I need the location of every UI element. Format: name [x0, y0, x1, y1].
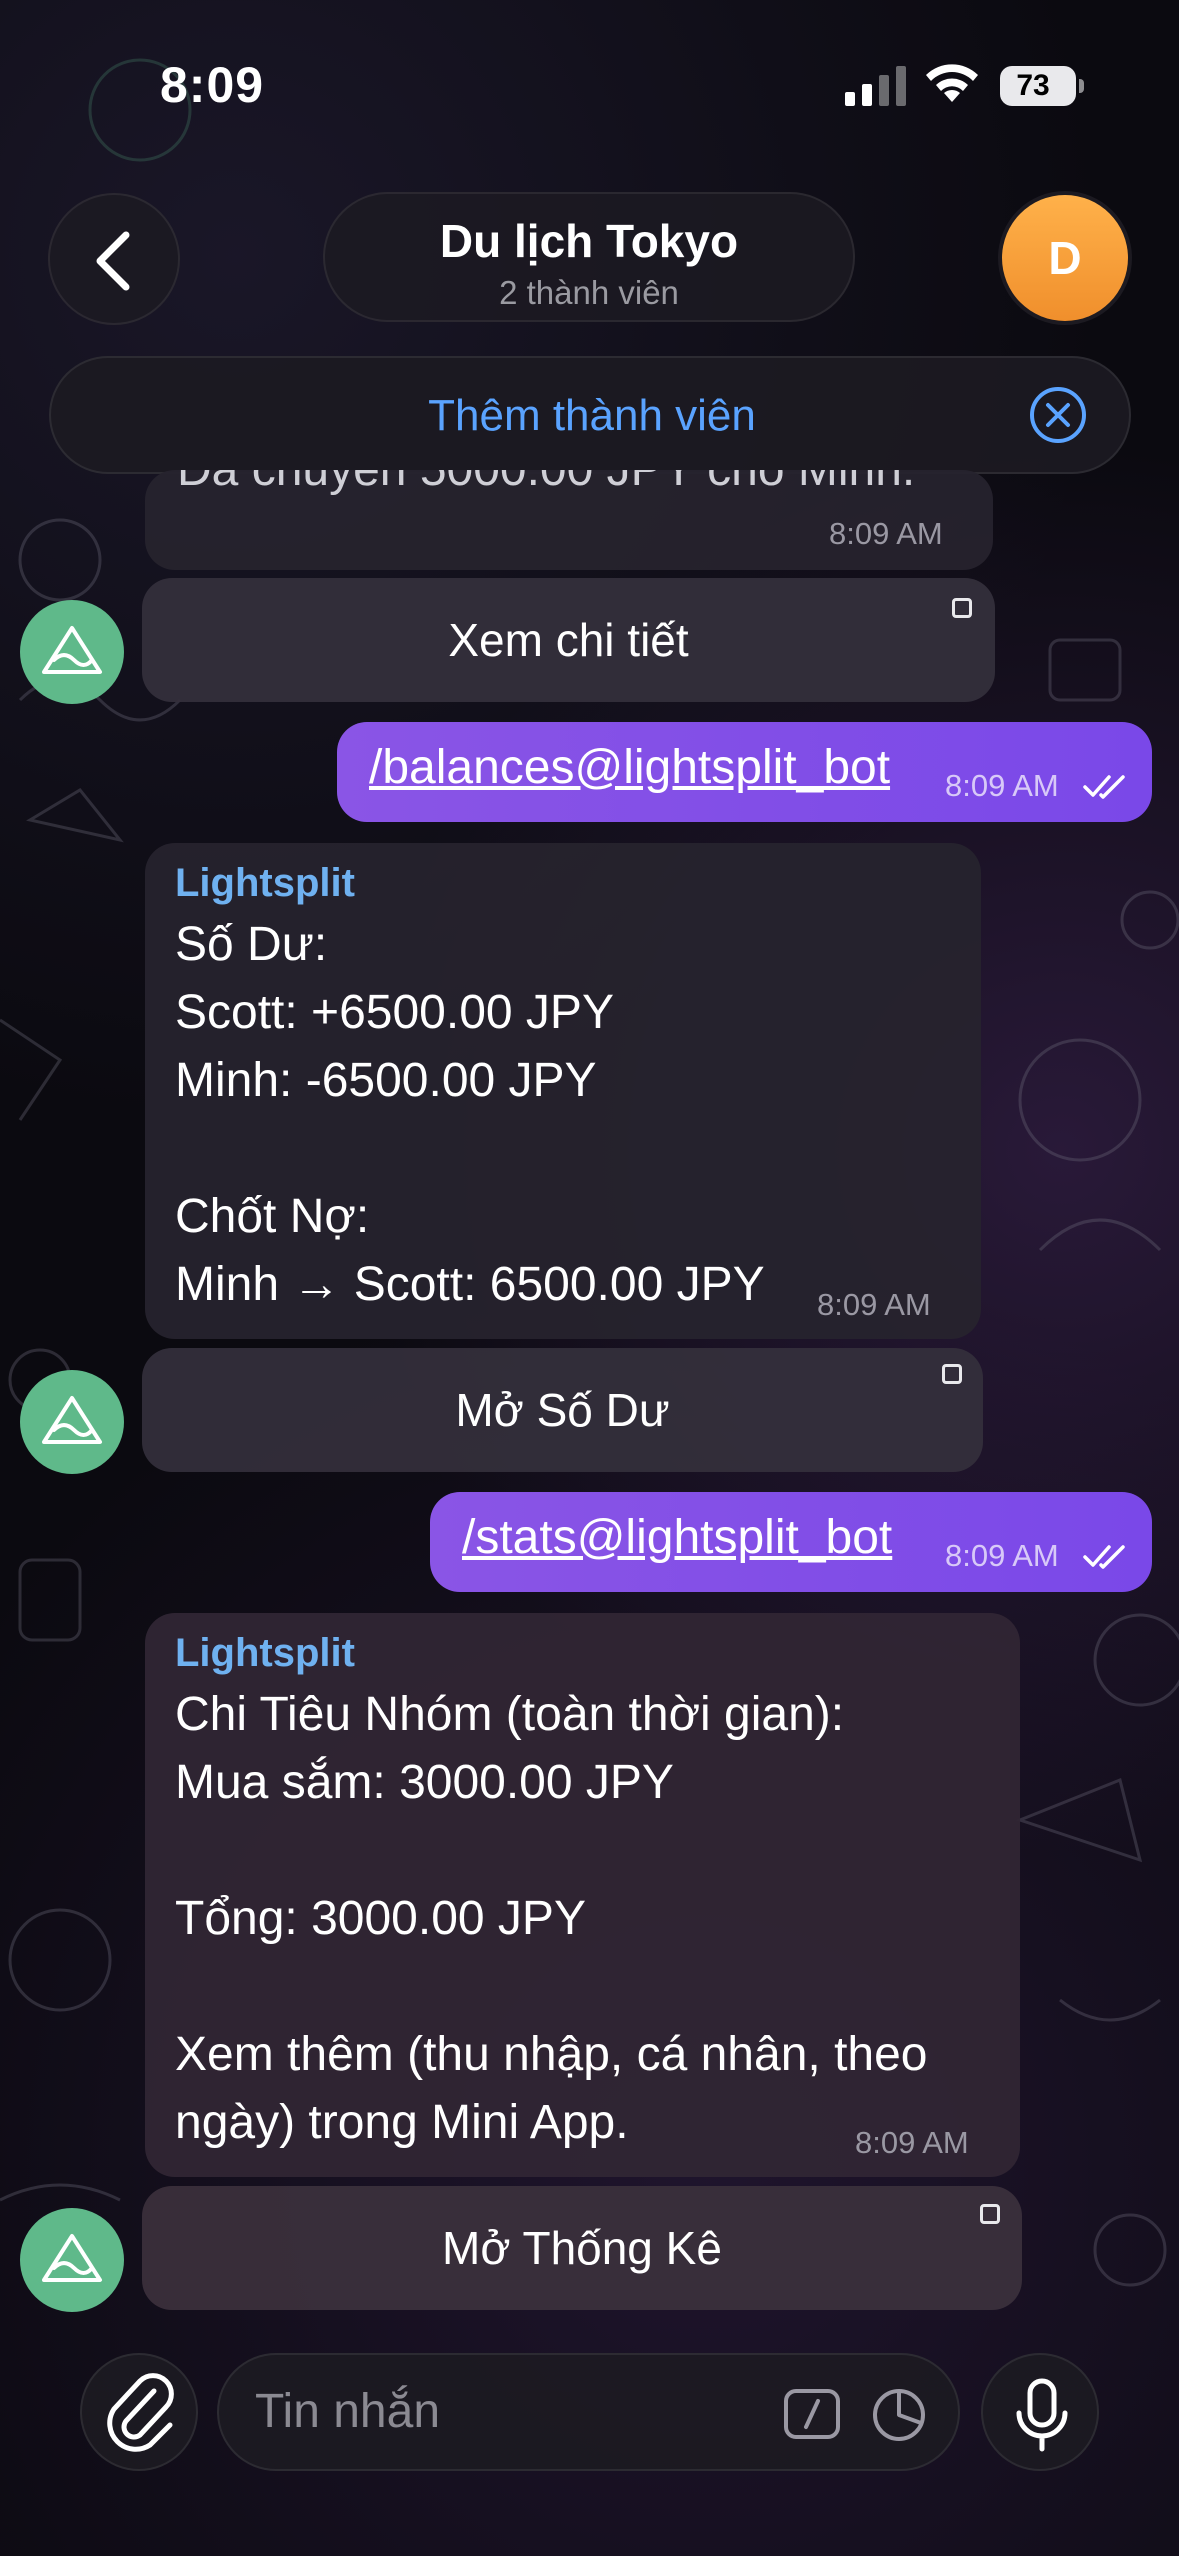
chat-title: Du lịch Tokyo: [439, 215, 739, 267]
status-bar: 8:09 73: [0, 0, 1179, 170]
message-time: 8:09 AM: [945, 768, 1059, 803]
bot-message-bubble: Đã chuyển 5000.00 JPY cho Minh. 8:09 AM: [145, 470, 993, 570]
battery-level: 73: [1016, 69, 1050, 102]
bot-avatar[interactable]: [20, 600, 124, 704]
bot-message-bubble: Lightsplit Chi Tiêu Nhóm (toàn thời gian…: [145, 1613, 1020, 2177]
status-time: 8:09: [160, 57, 265, 113]
double-check-icon: [1083, 775, 1125, 799]
sticker-icon[interactable]: [871, 2387, 927, 2443]
message-line: Scott: +6500.00 JPY: [175, 986, 614, 1039]
attach-button[interactable]: [80, 2353, 198, 2471]
close-circle-icon[interactable]: [1028, 385, 1088, 445]
lightsplit-logo-icon: [42, 2234, 102, 2282]
view-details-button[interactable]: Xem chi tiết: [142, 578, 995, 702]
wifi-icon: [926, 64, 978, 102]
message-line: Tổng: 3000.00 JPY: [175, 1892, 586, 1945]
message-line: Chi Tiêu Nhóm (toàn thời gian):: [175, 1688, 845, 1741]
message-time: 8:09 AM: [817, 1287, 931, 1322]
mini-app-icon: [952, 598, 972, 618]
open-balances-label: Mở Số Dư: [455, 1384, 670, 1436]
message-line: Minh: -6500.00 JPY: [175, 1054, 597, 1107]
cellular-signal-icon: [845, 66, 906, 106]
voice-record-button[interactable]: [981, 2353, 1099, 2471]
message-line: Xem thêm (thu nhập, cá nhân, theo: [175, 2028, 928, 2081]
add-member-label[interactable]: Thêm thành viên: [51, 358, 1133, 476]
sent-message-bubble: /stats@lightsplit_bot 8:09 AM: [430, 1492, 1152, 1592]
mini-app-icon: [980, 2204, 1000, 2224]
battery-nub: [1079, 79, 1084, 93]
message-time: 8:09 AM: [829, 516, 943, 551]
view-details-label: Xem chi tiết: [448, 614, 689, 666]
message-line: Minh → Scott: 6500.00 JPY: [175, 1258, 765, 1311]
stats-text: Chi Tiêu Nhóm (toàn thời gian): Mua sắm:…: [175, 1681, 927, 2157]
message-input-placeholder: Tin nhắn: [255, 2385, 441, 2438]
bot-message-bubble: Lightsplit Số Dư: Scott: +6500.00 JPY Mi…: [145, 843, 981, 1339]
group-avatar[interactable]: D: [1002, 195, 1128, 321]
chat-title-pill[interactable]: Du lịch Tokyo 2 thành viên: [323, 192, 855, 322]
double-check-icon: [1083, 1545, 1125, 1569]
chevron-left-icon: [96, 231, 130, 291]
bot-avatar[interactable]: [20, 1370, 124, 1474]
message-line: [175, 1953, 927, 2021]
mini-app-icon: [942, 1364, 962, 1384]
open-stats-button[interactable]: Mở Thống Kê: [142, 2186, 1022, 2310]
message-line: Số Dư:: [175, 918, 328, 971]
message-time: 8:09 AM: [945, 1538, 1059, 1573]
bot-avatar[interactable]: [20, 2208, 124, 2312]
back-button[interactable]: [48, 193, 180, 325]
sent-message-bubble: /balances@lightsplit_bot 8:09 AM: [337, 722, 1152, 822]
lightsplit-logo-icon: [42, 1396, 102, 1444]
bot-commands-icon[interactable]: [784, 2389, 840, 2439]
message-line: [175, 1817, 927, 1885]
balances-text: Số Dư: Scott: +6500.00 JPY Minh: -6500.0…: [175, 911, 765, 1319]
message-line: ngày) trong Mini App.: [175, 2096, 629, 2149]
message-time: 8:09 AM: [855, 2125, 969, 2160]
message-line: Chốt Nợ:: [175, 1190, 370, 1243]
microphone-icon: [1016, 2378, 1068, 2452]
message-line: Mua sắm: 3000.00 JPY: [175, 1756, 674, 1809]
message-input[interactable]: Tin nhắn: [217, 2353, 960, 2471]
lightsplit-logo-icon: [42, 626, 102, 674]
member-count: 2 thành viên: [499, 274, 679, 311]
add-member-bar[interactable]: Thêm thành viên: [49, 356, 1131, 474]
message-text: Đã chuyển 5000.00 JPY cho Minh.: [177, 470, 915, 504]
balances-command-link[interactable]: /balances@lightsplit_bot: [369, 740, 890, 795]
open-balances-button[interactable]: Mở Số Dư: [142, 1348, 983, 1472]
sender-name: Lightsplit: [175, 861, 355, 905]
stats-command-link[interactable]: /stats@lightsplit_bot: [462, 1510, 892, 1565]
message-line: [175, 1115, 765, 1183]
open-stats-label: Mở Thống Kê: [442, 2222, 722, 2274]
battery-icon: 73: [1000, 66, 1084, 106]
paperclip-icon: [107, 2373, 174, 2452]
sender-name: Lightsplit: [175, 1631, 355, 1675]
